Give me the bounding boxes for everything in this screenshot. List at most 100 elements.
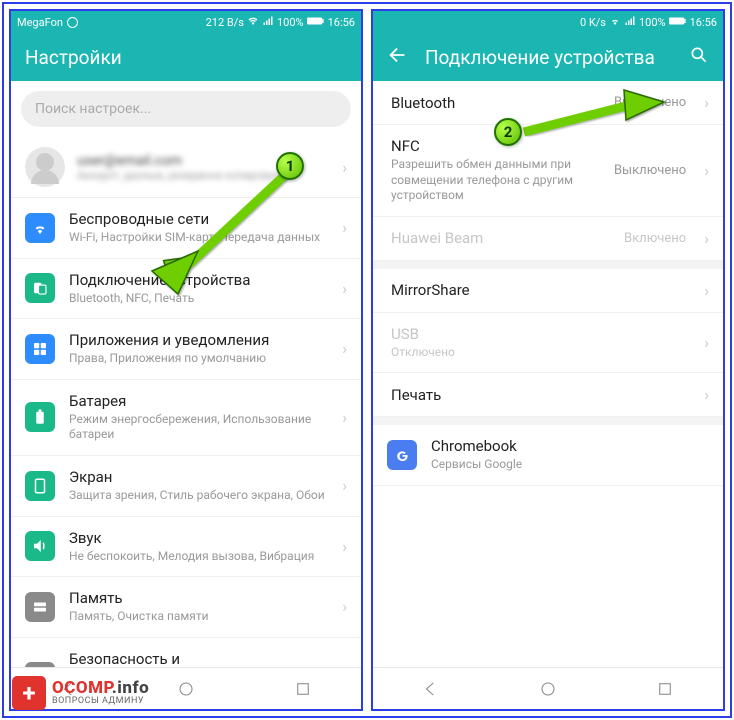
- battery-label: 100%: [277, 16, 304, 29]
- back-arrow-icon[interactable]: [387, 44, 409, 71]
- chevron-right-icon: ›: [704, 161, 709, 180]
- item-sub: Wi-Fi, Настройки SIM-карт, Передача данн…: [69, 230, 328, 246]
- item-mirrorshare[interactable]: MirrorShare ›: [373, 261, 723, 313]
- logo-suffix: .info: [112, 678, 149, 698]
- item-bluetooth[interactable]: Bluetooth Выключено ›: [373, 81, 723, 125]
- status-bar: MegaFon 212 B/s 100% 16:56: [11, 11, 361, 33]
- watermark-logo: + OCOMP.info ВОПРОСЫ АДМИНУ: [12, 676, 149, 710]
- nav-home-button[interactable]: [175, 678, 197, 700]
- wifi-icon: [247, 15, 259, 30]
- item-title: Печать: [391, 386, 690, 404]
- chevron-right-icon: ›: [704, 93, 709, 112]
- chevron-right-icon: ›: [342, 218, 347, 237]
- time-label: 16:56: [328, 16, 355, 29]
- item-huawei-beam: Huawei Beam Включено ›: [373, 217, 723, 261]
- search-input[interactable]: Поиск настроек...: [21, 91, 351, 127]
- item-sub: Не беспокоить, Мелодия вызова, Вибрация: [69, 549, 328, 565]
- header: Настройки: [11, 33, 361, 81]
- header: Подключение устройства: [373, 33, 723, 81]
- item-title: NFC: [391, 137, 600, 155]
- sound-icon: [25, 531, 55, 561]
- storage-icon: [25, 592, 55, 622]
- display-icon: [25, 471, 55, 501]
- item-sub: Защита зрения, Стиль рабочего экрана, Об…: [69, 488, 328, 504]
- battery-label: 100%: [639, 16, 666, 29]
- item-title: USB: [391, 325, 690, 343]
- logo-main: OCOMP: [52, 678, 112, 698]
- item-usb: USB Отключено ›: [373, 313, 723, 374]
- search-placeholder: Поиск настроек...: [35, 101, 151, 117]
- item-sub: Bluetooth, NFC, Печать: [69, 291, 328, 307]
- time-label: 16:56: [690, 16, 717, 29]
- item-sub: Память, Очистка памяти: [69, 609, 328, 625]
- item-title: Беспроводные сети: [69, 210, 328, 228]
- account-text: user@email.com Аккаунт, данные, резервно…: [77, 153, 330, 182]
- chevron-right-icon: ›: [704, 385, 709, 404]
- item-value: Выключено: [614, 163, 686, 178]
- account-row[interactable]: user@email.com Аккаунт, данные, резервно…: [11, 137, 361, 198]
- item-nfc[interactable]: NFC Разрешить обмен данными при совмещен…: [373, 125, 723, 217]
- content-area: user@email.com Аккаунт, данные, резервно…: [11, 137, 361, 667]
- item-sub: Режим энергосбережения, Использование ба…: [69, 412, 328, 443]
- phone-right: 0 K/s 100% 16:56 Подключение устройства: [371, 9, 725, 711]
- search-icon[interactable]: [689, 45, 709, 70]
- item-sub: Права, Приложения по умолчанию: [69, 351, 328, 367]
- settings-item-display[interactable]: Экран Защита зрения, Стиль рабочего экра…: [11, 456, 361, 517]
- settings-item-security[interactable]: Безопасность и конфиденциальность Датчик…: [11, 638, 361, 667]
- battery-icon: [25, 402, 55, 432]
- settings-item-device-connection[interactable]: Подключение устройства Bluetooth, NFC, П…: [11, 259, 361, 320]
- carrier-icon: [67, 17, 78, 28]
- carrier-label: MegaFon: [17, 16, 63, 29]
- chevron-right-icon: ›: [704, 281, 709, 300]
- account-email: user@email.com: [77, 153, 330, 169]
- chevron-right-icon: ›: [342, 158, 347, 177]
- item-sub: Разрешить обмен данными при совмещении т…: [391, 157, 600, 204]
- chevron-right-icon: ›: [342, 597, 347, 616]
- item-print[interactable]: Печать ›: [373, 373, 723, 417]
- item-sub: Сервисы Google: [431, 457, 709, 473]
- nav-recent-button[interactable]: [292, 678, 314, 700]
- page-title: Подключение устройства: [425, 46, 673, 69]
- nav-bar: [373, 667, 723, 709]
- speed-label: 0 K/s: [580, 16, 606, 29]
- wifi-icon: [609, 15, 621, 30]
- item-title: Подключение устройства: [69, 271, 328, 289]
- wifi-icon: [25, 213, 55, 243]
- chevron-right-icon: ›: [704, 333, 709, 352]
- settings-item-sound[interactable]: Звук Не беспокоить, Мелодия вызова, Вибр…: [11, 517, 361, 578]
- signal-icon: [262, 15, 274, 30]
- item-value: Включено: [624, 231, 686, 246]
- account-sub: Аккаунт, данные, резервное копирование: [77, 169, 330, 182]
- item-title: Экран: [69, 468, 328, 486]
- item-title: Huawei Beam: [391, 229, 610, 247]
- security-icon: [25, 662, 55, 667]
- battery-icon: [307, 16, 325, 29]
- nav-back-button[interactable]: [420, 678, 442, 700]
- chevron-right-icon: ›: [342, 339, 347, 358]
- status-bar: 0 K/s 100% 16:56: [373, 11, 723, 33]
- item-title: Bluetooth: [391, 94, 600, 112]
- speed-label: 212 B/s: [206, 16, 244, 29]
- chevron-right-icon: ›: [342, 279, 347, 298]
- nav-recent-button[interactable]: [654, 678, 676, 700]
- settings-item-apps[interactable]: Приложения и уведомления Права, Приложен…: [11, 319, 361, 380]
- nav-home-button[interactable]: [537, 678, 559, 700]
- battery-icon: [669, 16, 687, 29]
- content-area: Bluetooth Выключено › NFC Разрешить обме…: [373, 81, 723, 667]
- signal-icon: [624, 15, 636, 30]
- apps-icon: [25, 334, 55, 364]
- settings-item-storage[interactable]: Память Память, Очистка памяти ›: [11, 577, 361, 638]
- settings-item-battery[interactable]: Батарея Режим энергосбережения, Использо…: [11, 380, 361, 456]
- item-title: Chromebook: [431, 437, 709, 455]
- chevron-right-icon: ›: [342, 476, 347, 495]
- item-chromebook[interactable]: Chromebook Сервисы Google: [373, 417, 723, 486]
- item-title: Безопасность и конфиденциальность: [69, 650, 328, 667]
- item-title: Батарея: [69, 392, 328, 410]
- chevron-right-icon: ›: [342, 408, 347, 427]
- settings-item-wireless[interactable]: Беспроводные сети Wi-Fi, Настройки SIM-к…: [11, 198, 361, 259]
- item-value: Выключено: [614, 95, 686, 110]
- item-sub: Отключено: [391, 345, 690, 361]
- phone-left: MegaFon 212 B/s 100% 16:56 Настройки: [9, 9, 363, 711]
- avatar-icon: [25, 147, 65, 187]
- logo-sub: ВОПРОСЫ АДМИНУ: [52, 697, 149, 706]
